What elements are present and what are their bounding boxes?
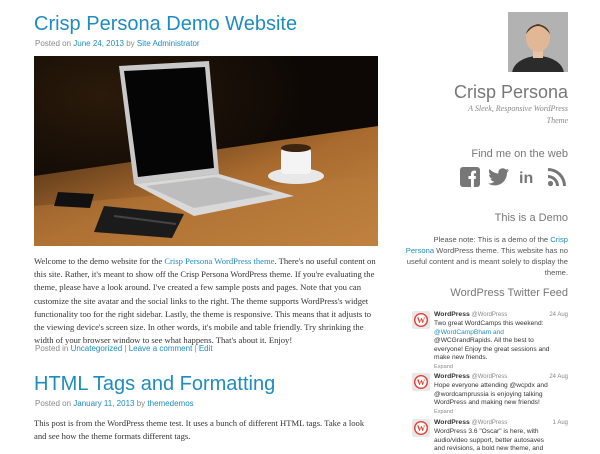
post-title-link[interactable]: HTML Tags and Formatting (34, 373, 275, 395)
tweet-date[interactable]: 1 Aug (553, 419, 568, 428)
post-author-link[interactable]: Site Administrator (137, 39, 200, 48)
tweet-line: and revisions, a bold new theme, and (434, 445, 544, 453)
tweet-line: @wordcamprussia is enjoying talking (434, 390, 543, 398)
tweet-text: Hope everyone attending @wcpdx and @word… (434, 382, 568, 416)
footer-prefix: Posted in (35, 344, 71, 353)
tweet-line: everyone! Enjoy the great sessions and (434, 345, 550, 353)
tweet-expand-link[interactable]: Expand (434, 363, 568, 372)
twitter-widget-title: WordPress Twitter Feed (450, 287, 568, 299)
svg-text:W: W (417, 315, 426, 325)
post-footer: Posted in Uncategorized | Leave a commen… (35, 344, 213, 353)
tweet-author[interactable]: WordPress (434, 373, 470, 380)
post-body-text: Welcome to the demo website for the (34, 256, 165, 266)
post-body-text-cont: . There's no useful content on this site… (34, 256, 376, 346)
edit-link[interactable]: Edit (199, 344, 213, 353)
post-date-link[interactable]: January 11, 2013 (73, 399, 134, 408)
svg-text:W: W (417, 377, 426, 387)
meta-by: by (134, 399, 148, 408)
tweet-line: WordPress and making new friends! (434, 399, 540, 407)
post-meta: Posted on January 11, 2013 by themedemos (35, 399, 194, 408)
demo-text: Please note: This is a demo of the (433, 235, 551, 244)
tweet-author[interactable]: WordPress (434, 419, 470, 426)
demo-widget-text: Please note: This is a demo of the Crisp… (404, 234, 568, 278)
tweet-header: WordPress @WordPress 24 Aug (434, 373, 568, 382)
laptop-photo (34, 56, 378, 246)
wordpress-logo-icon[interactable]: W (412, 419, 430, 437)
social-links: in (459, 166, 568, 188)
post-body: This post is from the WordPress theme te… (34, 418, 365, 442)
post-title-link[interactable]: Crisp Persona Demo Website (34, 13, 297, 35)
tweet-header: WordPress @WordPress 1 Aug (434, 419, 568, 428)
tweet-line: make new friends. (434, 354, 488, 362)
tweet: W WordPress @WordPress 1 Aug WordPress 3… (412, 419, 568, 452)
post-date-link[interactable]: June 24, 2013 (73, 39, 124, 48)
category-link[interactable]: Uncategorized (71, 344, 123, 353)
post-body: Welcome to the demo website for the Cris… (34, 255, 378, 347)
site-tagline: A Sleek, Responsive WordPress Theme (468, 104, 568, 125)
tweet-line: @WCGrandRapids. All the best to (434, 337, 534, 345)
tweet-line: WordPress 3.6 "Oscar" is here, with (434, 428, 539, 435)
tweet-author[interactable]: WordPress (434, 311, 470, 318)
tweet: W WordPress @WordPress 24 Aug Hope every… (412, 373, 568, 415)
tweet-mention[interactable]: @WordCampBham and (434, 329, 568, 338)
tweet-expand-link[interactable]: Expand (434, 408, 568, 417)
tweet-handle[interactable]: @WordPress (472, 374, 508, 380)
wordpress-logo-icon[interactable]: W (412, 373, 430, 391)
wordpress-logo-icon[interactable]: W (412, 311, 430, 329)
meta-prefix: Posted on (35, 399, 74, 408)
tweet-line: audio/video support, better autosaves (434, 436, 544, 444)
featured-image (34, 56, 378, 246)
social-widget-title: Find me on the web (471, 148, 568, 160)
twitter-icon[interactable] (488, 166, 510, 188)
meta-prefix: Posted on (35, 39, 74, 48)
tweet-header: WordPress @WordPress 24 Aug (434, 311, 568, 320)
meta-by: by (123, 39, 137, 48)
avatar[interactable] (508, 12, 568, 72)
svg-text:in: in (519, 170, 533, 187)
tweet-date[interactable]: 24 Aug (549, 373, 568, 382)
theme-link[interactable]: Crisp Persona WordPress theme (164, 256, 274, 266)
facebook-icon[interactable] (459, 166, 481, 188)
tweet: W WordPress @WordPress 24 Aug Two great … (412, 311, 568, 370)
svg-text:W: W (417, 423, 426, 433)
tweet-text: Two great WordCamps this weekend: @WordC… (434, 320, 568, 372)
post-title[interactable]: Crisp Persona Demo Website (34, 12, 297, 36)
tweet-handle[interactable]: @WordPress (472, 420, 508, 426)
tweet-line: Hope everyone attending @wcpdx and (434, 382, 548, 389)
tweet-line: Two great WordCamps this weekend: (434, 320, 544, 327)
site-title[interactable]: Crisp Persona (454, 82, 568, 103)
tweet-handle[interactable]: @WordPress (472, 312, 508, 318)
linkedin-icon[interactable]: in (517, 166, 539, 188)
avatar-photo (508, 12, 568, 72)
tweet-date[interactable]: 24 Aug (549, 311, 568, 320)
comment-link[interactable]: Leave a comment (129, 344, 193, 353)
post-title[interactable]: HTML Tags and Formatting (34, 372, 275, 396)
post-author-link[interactable]: themedemos (147, 399, 193, 408)
rss-icon[interactable] (546, 166, 568, 188)
post-meta: Posted on June 24, 2013 by Site Administ… (35, 39, 200, 48)
demo-widget-title: This is a Demo (494, 212, 568, 224)
